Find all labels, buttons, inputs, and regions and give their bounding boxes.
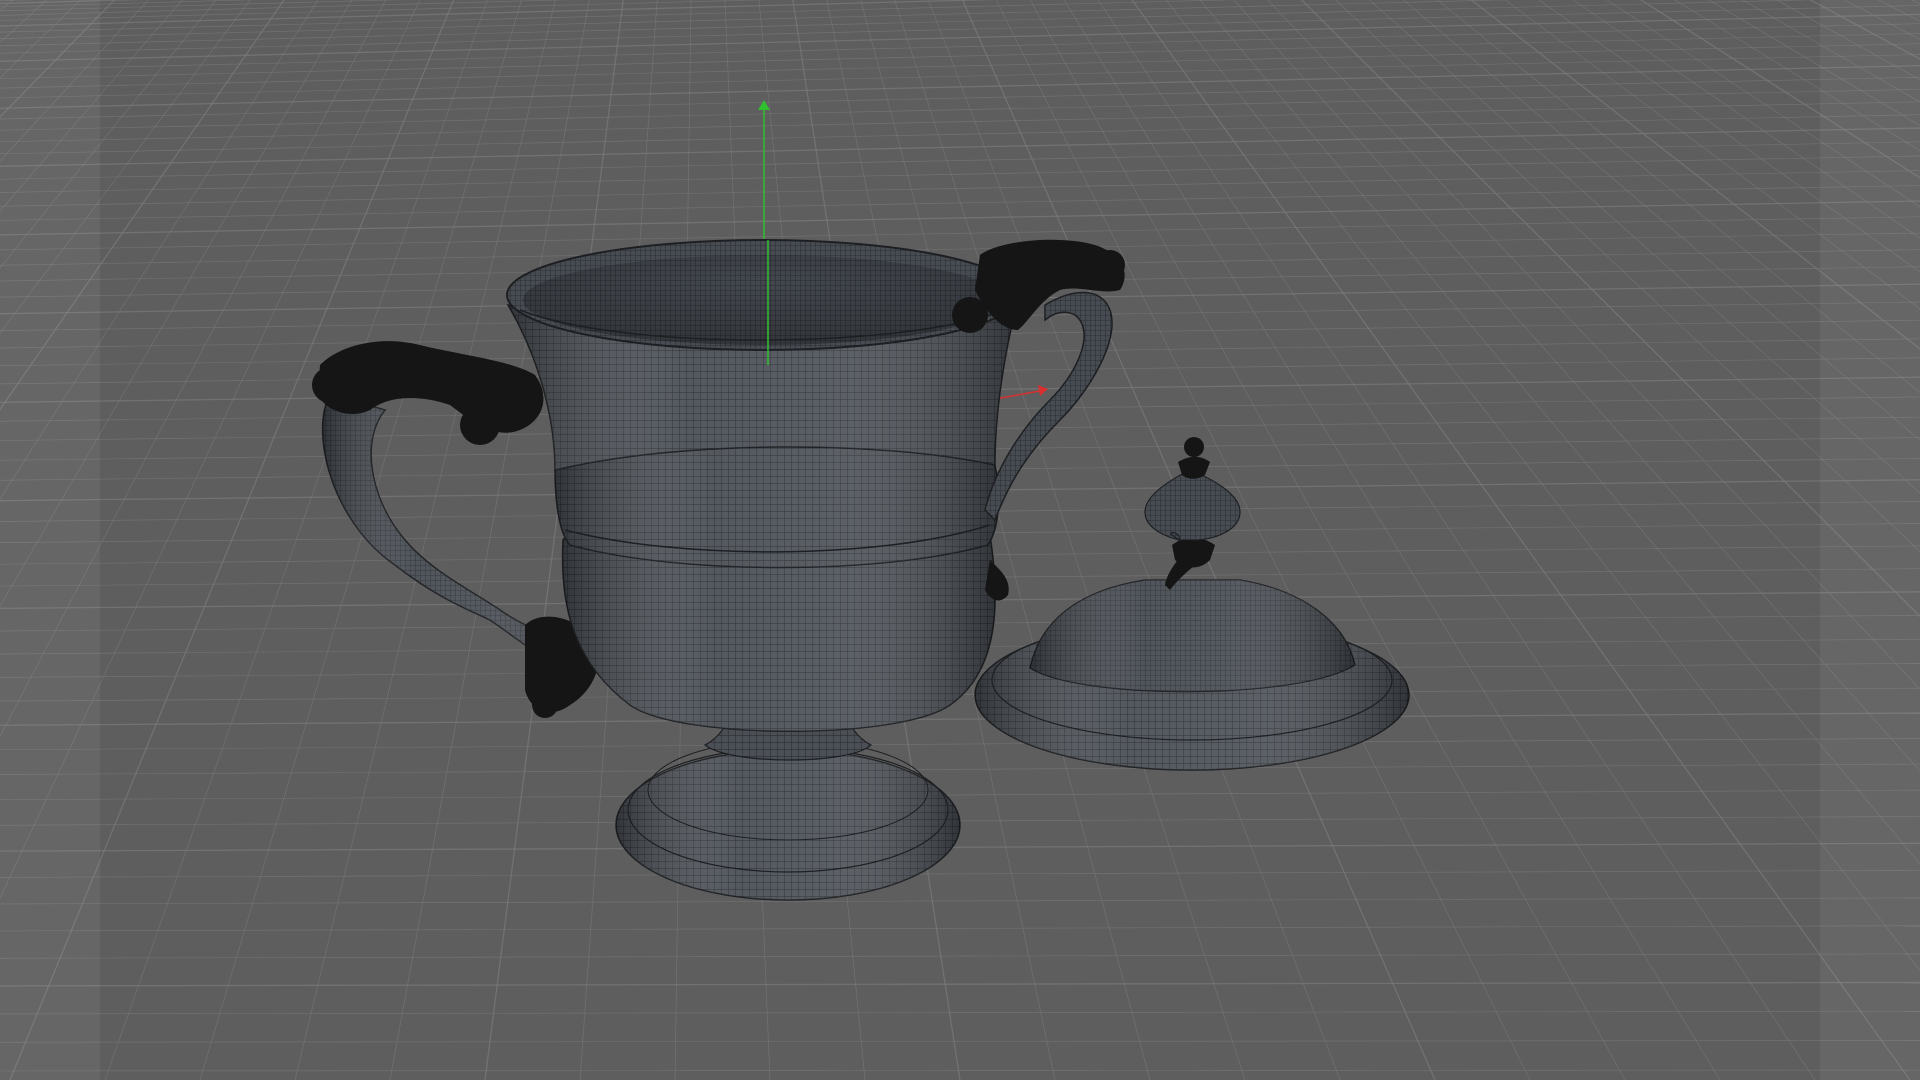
viewport-canvas[interactable]: [0, 0, 1920, 1080]
3d-viewport[interactable]: [0, 0, 1920, 1080]
lid-finial-knob: [1184, 437, 1204, 457]
